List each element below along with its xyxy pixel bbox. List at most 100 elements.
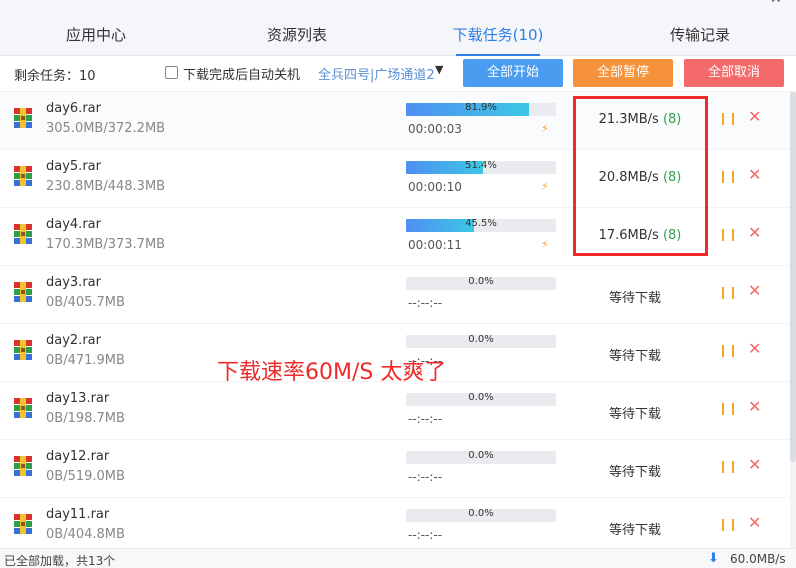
task-row[interactable]: day13.rar 0B/198.7MB 0.0% --:--:-- 等待下载 ❙❙ ✕: [0, 382, 796, 440]
task-progress-percent: 51.4%: [465, 161, 497, 171]
task-connections: (8): [662, 170, 682, 185]
close-icon[interactable]: ✕: [748, 107, 761, 126]
task-elapsed-time: 00:00:11: [408, 238, 462, 252]
lightning-icon: ⚡: [541, 180, 549, 193]
task-speed: 20.8MB/s (8): [575, 170, 705, 185]
pause-icon[interactable]: ❙❙: [718, 285, 738, 299]
speed-caption-overlay: 下载速率60M/S 太爽了: [217, 360, 447, 385]
task-file-name: day13.rar: [46, 391, 110, 406]
scrollbar-thumb[interactable]: [790, 92, 796, 462]
pause-icon[interactable]: ❙❙: [718, 401, 738, 415]
task-waiting-status: 等待下载: [608, 407, 661, 422]
task-speed: 21.3MB/s (8): [575, 112, 705, 127]
task-file-size: 170.3MB/373.7MB: [46, 237, 166, 252]
close-icon[interactable]: ✕: [748, 455, 761, 474]
task-speed-value: 21.3MB/s: [598, 112, 659, 127]
task-row[interactable]: day3.rar 0B/405.7MB 0.0% --:--:-- 等待下载 ❙❙ ✕: [0, 266, 796, 324]
task-file-size: 305.0MB/372.2MB: [46, 121, 166, 136]
task-elapsed-time: --:--:--: [408, 296, 443, 310]
task-row[interactable]: day6.rar 305.0MB/372.2MB 81.9% 00:00:03 ⚡ 21.…: [0, 92, 796, 150]
task-progress-bar: 0.0%: [406, 277, 556, 290]
winrar-archive-icon: [12, 281, 34, 303]
task-connections: (8): [662, 228, 682, 243]
loaded-count-text: 已全部加载，共13个: [4, 554, 116, 568]
pause-icon[interactable]: ❙❙: [718, 343, 738, 357]
task-row[interactable]: day5.rar 230.8MB/448.3MB 51.4% 00:00:10 ⚡ 20.…: [0, 150, 796, 208]
task-file-size: 0B/198.7MB: [46, 411, 125, 426]
task-waiting-status: 等待下载: [608, 523, 661, 538]
download-task-list: day6.rar 305.0MB/372.2MB 81.9% 00:00:03 ⚡ 21.…: [0, 92, 796, 548]
tab-app-center[interactable]: 应用中心: [36, 8, 156, 56]
dropdown-caret-icon[interactable]: ▼: [435, 63, 443, 76]
auto-shutdown-label[interactable]: 下载完成后自动关机: [183, 64, 300, 83]
top-tab-bar: 应用中心 资源列表 下载任务(10) 传输记录: [0, 8, 796, 56]
pause-icon[interactable]: ❙❙: [718, 227, 738, 241]
task-file-size: 230.8MB/448.3MB: [46, 179, 166, 194]
task-elapsed-time: 00:00:10: [408, 180, 462, 194]
pause-all-button[interactable]: 全部暂停: [573, 59, 673, 87]
task-progress-bar: 0.0%: [406, 393, 556, 406]
task-progress-bar: 45.5%: [406, 219, 556, 232]
task-file-name: day2.rar: [46, 333, 101, 348]
winrar-archive-icon: [12, 455, 34, 477]
pause-icon[interactable]: ❙❙: [718, 111, 738, 125]
lightning-icon: ⚡: [541, 122, 549, 135]
task-waiting-status: 等待下载: [608, 291, 661, 306]
winrar-archive-icon: [12, 165, 34, 187]
pause-icon[interactable]: ❙❙: [718, 459, 738, 473]
remaining-tasks-count: 剩余任务：10: [14, 69, 96, 84]
winrar-archive-icon: [12, 339, 34, 361]
tab-resource-list[interactable]: 资源列表: [237, 8, 357, 56]
window-titlebar: – ✕: [0, 0, 796, 8]
task-elapsed-time: --:--:--: [408, 470, 443, 484]
task-file-name: day4.rar: [46, 217, 101, 232]
task-list-scrollbar[interactable]: [790, 92, 796, 548]
task-progress-percent: 0.0%: [468, 277, 494, 287]
task-speed: 17.6MB/s (8): [575, 228, 705, 243]
cancel-all-button[interactable]: 全部取消: [684, 59, 784, 87]
task-file-size: 0B/405.7MB: [46, 295, 125, 310]
tab-download-tasks[interactable]: 下载任务(10): [438, 8, 558, 56]
task-file-name: day6.rar: [46, 101, 101, 116]
task-file-size: 0B/404.8MB: [46, 527, 125, 542]
task-file-name: day3.rar: [46, 275, 101, 290]
task-file-name: day11.rar: [46, 507, 110, 522]
close-icon[interactable]: ✕: [748, 339, 761, 358]
task-elapsed-time: 00:00:03: [408, 122, 462, 136]
close-icon[interactable]: ✕: [748, 281, 761, 300]
task-row[interactable]: day11.rar 0B/404.8MB 0.0% --:--:-- 等待下载 ❙❙ ✕: [0, 498, 796, 548]
tab-transfer-records[interactable]: 传输记录: [640, 8, 760, 56]
download-arrow-icon: ⬇: [708, 551, 719, 566]
lightning-icon: ⚡: [541, 238, 549, 251]
winrar-archive-icon: [12, 107, 34, 129]
pause-icon[interactable]: ❙❙: [718, 169, 738, 183]
winrar-archive-icon: [12, 397, 34, 419]
task-progress-percent: 81.9%: [465, 103, 497, 113]
close-icon[interactable]: ✕: [748, 223, 761, 242]
task-progress-bar: 51.4%: [406, 161, 556, 174]
close-icon[interactable]: ✕: [748, 513, 761, 532]
task-file-name: day12.rar: [46, 449, 110, 464]
task-progress-bar: 0.0%: [406, 451, 556, 464]
status-bar: 已全部加载，共13个 ⬇ 60.0MB/s: [0, 548, 796, 568]
task-progress-bar: 0.0%: [406, 509, 556, 522]
auto-shutdown-checkbox[interactable]: [165, 66, 178, 79]
task-progress-bar: 81.9%: [406, 103, 556, 116]
task-file-size: 0B/519.0MB: [46, 469, 125, 484]
task-speed-value: 20.8MB/s: [598, 170, 659, 185]
task-row[interactable]: day4.rar 170.3MB/373.7MB 45.5% 00:00:11 ⚡ 17.…: [0, 208, 796, 266]
task-waiting-status: 等待下载: [608, 349, 661, 364]
winrar-archive-icon: [12, 223, 34, 245]
pause-icon[interactable]: ❙❙: [718, 517, 738, 531]
task-speed-value: 17.6MB/s: [598, 228, 659, 243]
channel-select[interactable]: 全兵四号|广场通道2: [318, 64, 435, 83]
winrar-archive-icon: [12, 513, 34, 535]
task-row[interactable]: day12.rar 0B/519.0MB 0.0% --:--:-- 等待下载 ❙❙ ✕: [0, 440, 796, 498]
close-window-icon[interactable]: ✕: [770, 0, 782, 7]
task-progress-percent: 0.0%: [468, 451, 494, 461]
start-all-button[interactable]: 全部开始: [463, 59, 563, 87]
minimize-icon[interactable]: –: [734, 0, 741, 7]
close-icon[interactable]: ✕: [748, 165, 761, 184]
task-progress-percent: 0.0%: [468, 509, 494, 519]
close-icon[interactable]: ✕: [748, 397, 761, 416]
